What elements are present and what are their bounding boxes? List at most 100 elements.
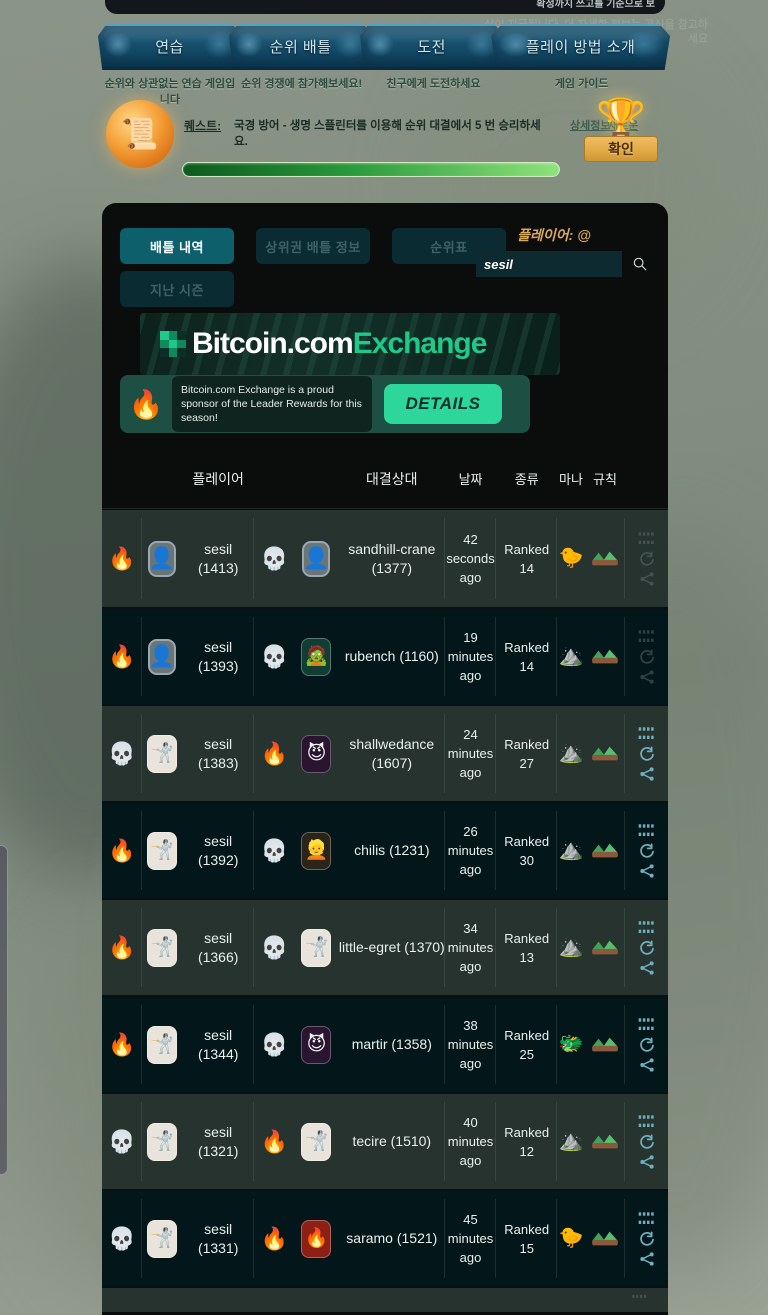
share-icon[interactable] bbox=[637, 960, 657, 976]
player-name[interactable]: sesil (1321) bbox=[182, 1094, 255, 1189]
header-type: 종류 bbox=[514, 472, 539, 487]
player-name[interactable]: sesil (1331) bbox=[182, 1191, 255, 1286]
battle-date: 42 seconds ago bbox=[445, 510, 497, 607]
share-icon[interactable] bbox=[637, 1057, 657, 1073]
tab-label-leaderboard: 순위표 bbox=[430, 239, 468, 255]
generic-avatar-icon: 👤 bbox=[302, 540, 331, 577]
share-icon[interactable] bbox=[637, 766, 657, 782]
player-avatar: 👤 bbox=[142, 510, 182, 607]
opponent-name[interactable]: shallwedance (1607) bbox=[339, 706, 446, 801]
opponent-result-icon: 💀 bbox=[260, 935, 289, 960]
nav-button-challenge[interactable]: 도전 bbox=[360, 24, 504, 70]
rematch-refresh-icon[interactable] bbox=[637, 842, 657, 859]
table-row[interactable]: 💀 🤺 sesil (1331) 🔥 🔥 saramo (1521) 45 minutes ago… bbox=[102, 1189, 668, 1286]
quest-panel: 📜 퀘스트: 국경 방어 - 생명 스플린터를 이용해 순위 대결에서 5 번 … bbox=[104, 98, 664, 185]
opponent-result-icon: 🔥 bbox=[260, 1129, 289, 1154]
tab-top-battles[interactable]: 상위권 배틀 정보 bbox=[256, 228, 370, 264]
table-row[interactable]: 🔥 👤 sesil (1413) 💀 👤 sandhill-crane (1377) 42 se… bbox=[102, 510, 668, 607]
table-row[interactable]: 💀 🤺 sesil (1383) 🔥 😈 shallwedance (1607) 24 minu… bbox=[102, 704, 668, 801]
battle-replay-icon[interactable] bbox=[637, 726, 657, 742]
generic-avatar-icon: 👤 bbox=[148, 540, 176, 577]
green-monster-icon: 🐲 bbox=[558, 1033, 584, 1055]
opponent-name[interactable]: saramo (1521) bbox=[339, 1191, 446, 1286]
row-actions bbox=[625, 609, 668, 704]
battle-type: Ranked 27 bbox=[496, 706, 558, 801]
nav-button-ranked[interactable]: 순위 배틀 bbox=[229, 24, 373, 70]
share-icon[interactable] bbox=[637, 571, 657, 587]
share-icon[interactable] bbox=[637, 1154, 657, 1170]
battle-replay-icon[interactable] bbox=[637, 531, 657, 547]
earth-splinter-icon: ⛰️ bbox=[558, 742, 584, 764]
table-row-partial[interactable] bbox=[102, 1286, 668, 1312]
table-row[interactable]: 🔥 🤺 sesil (1344) 💀 😈 martir (1358) 38 minutes ago… bbox=[102, 995, 668, 1092]
player-name[interactable]: sesil (1393) bbox=[182, 609, 255, 704]
rematch-refresh-icon[interactable] bbox=[637, 1230, 657, 1247]
player-name[interactable]: sesil (1383) bbox=[182, 706, 255, 801]
ruleset-icon bbox=[585, 1094, 626, 1189]
battle-type: Ranked 12 bbox=[496, 1094, 558, 1189]
knight-avatar-icon: 🤺 bbox=[147, 831, 177, 870]
rematch-refresh-icon[interactable] bbox=[637, 745, 657, 762]
tab-battle-history[interactable]: 배틀 내역 bbox=[120, 228, 234, 264]
battle-replay-icon[interactable] bbox=[637, 1017, 657, 1033]
opponent-avatar: 😈 bbox=[294, 706, 338, 801]
table-row[interactable]: 🔥 🤺 sesil (1392) 💀 👱 chilis (1231) 26 minutes ago… bbox=[102, 801, 668, 898]
player-name[interactable]: sesil (1366) bbox=[182, 900, 255, 995]
battle-replay-icon[interactable] bbox=[637, 629, 657, 645]
row-actions bbox=[625, 510, 668, 607]
rematch-refresh-icon[interactable] bbox=[637, 550, 657, 567]
player-name[interactable]: sesil (1344) bbox=[182, 997, 255, 1092]
search-input[interactable] bbox=[476, 251, 622, 277]
battle-replay-icon[interactable] bbox=[637, 1114, 657, 1130]
opponent-name[interactable]: rubench (1160) bbox=[339, 609, 446, 704]
tab-last-season[interactable]: 지난 시즌 bbox=[120, 271, 234, 307]
rematch-refresh-icon[interactable] bbox=[637, 648, 657, 665]
battle-history-card: 배틀 내역 상위권 배틀 정보 순위표 지난 시즌 플레이어: @ sesil … bbox=[102, 203, 668, 1315]
table-row[interactable]: 💀 🤺 sesil (1321) 🔥 🤺 tecire (1510) 40 minutes ago… bbox=[102, 1092, 668, 1189]
bitcoin-com-logo-icon bbox=[160, 331, 186, 357]
earth-splinter-icon: ⛰️ bbox=[558, 1130, 584, 1152]
opponent-name[interactable]: tecire (1510) bbox=[339, 1094, 446, 1189]
player-name[interactable]: sesil (1413) bbox=[182, 510, 255, 607]
player-name[interactable]: sesil (1392) bbox=[182, 803, 255, 898]
sponsor-banner[interactable]: Bitcoin.comExchange 🔥 Bitcoin.com Exchan… bbox=[120, 313, 650, 441]
battle-rows: 🔥 👤 sesil (1413) 💀 👤 sandhill-crane (1377) 42 se… bbox=[102, 510, 668, 1312]
opponent-name[interactable]: little-egret (1370) bbox=[339, 900, 446, 995]
opponent-avatar: 😈 bbox=[294, 997, 338, 1092]
rematch-refresh-icon[interactable] bbox=[637, 1036, 657, 1053]
battle-replay-icon[interactable] bbox=[637, 1211, 657, 1227]
table-header: 플레이어 대결상대 날짜 종류 마나 규칙 bbox=[102, 451, 668, 509]
ruleset-icon bbox=[585, 609, 626, 704]
scroll-icon: 📜 bbox=[106, 100, 174, 168]
nav-button-howtoplay[interactable]: 플레이 방법 소개 bbox=[491, 24, 671, 70]
opponent-name[interactable]: martir (1358) bbox=[339, 997, 446, 1092]
table-row[interactable]: 🔥 🤺 sesil (1366) 💀 🤺 little-egret (1370) 34 minu… bbox=[102, 898, 668, 995]
player-result-icon: 💀 bbox=[102, 1094, 142, 1189]
quest-confirm-button[interactable]: 확인 bbox=[584, 136, 658, 162]
player-result-icon: 🔥 bbox=[102, 803, 142, 898]
battle-replay-icon[interactable] bbox=[637, 920, 657, 936]
opponent-name[interactable]: sandhill-crane (1377) bbox=[339, 510, 446, 607]
nav-button-practice[interactable]: 연습 bbox=[98, 24, 242, 70]
player-avatar: 👤 bbox=[142, 609, 182, 704]
player-avatar: 🤺 bbox=[142, 803, 182, 898]
search-icon[interactable] bbox=[632, 256, 648, 272]
opponent-result-icon: 💀 bbox=[260, 1032, 289, 1057]
opponent-result-icon: 🔥 bbox=[260, 741, 289, 766]
opponent-name[interactable]: chilis (1231) bbox=[339, 803, 446, 898]
battle-replay-icon[interactable] bbox=[637, 823, 657, 839]
rematch-refresh-icon[interactable] bbox=[637, 1133, 657, 1150]
share-icon[interactable] bbox=[637, 669, 657, 685]
rematch-refresh-icon[interactable] bbox=[637, 939, 657, 956]
player-result-icon: 🔥 bbox=[102, 609, 142, 704]
opponent-avatar: 👱 bbox=[294, 803, 338, 898]
sponsor-banner-body: 🔥 Bitcoin.com Exchange is a proud sponso… bbox=[120, 375, 530, 433]
table-row[interactable]: 🔥 👤 sesil (1393) 💀 🧟 rubench (1160) 19 minutes ag… bbox=[102, 607, 668, 704]
battle-replay-icon[interactable] bbox=[630, 1294, 650, 1308]
left-drawer-handle[interactable] bbox=[0, 845, 8, 1175]
details-button[interactable]: DETAILS bbox=[384, 384, 502, 424]
share-icon[interactable] bbox=[637, 1251, 657, 1267]
share-icon[interactable] bbox=[637, 863, 657, 879]
player-result-icon: 🔥 bbox=[102, 900, 142, 995]
main-nav: 연습 순위 배틀 도전 플레이 방법 소개 순위와 상관없는 연습 게임입니다 … bbox=[98, 24, 671, 106]
